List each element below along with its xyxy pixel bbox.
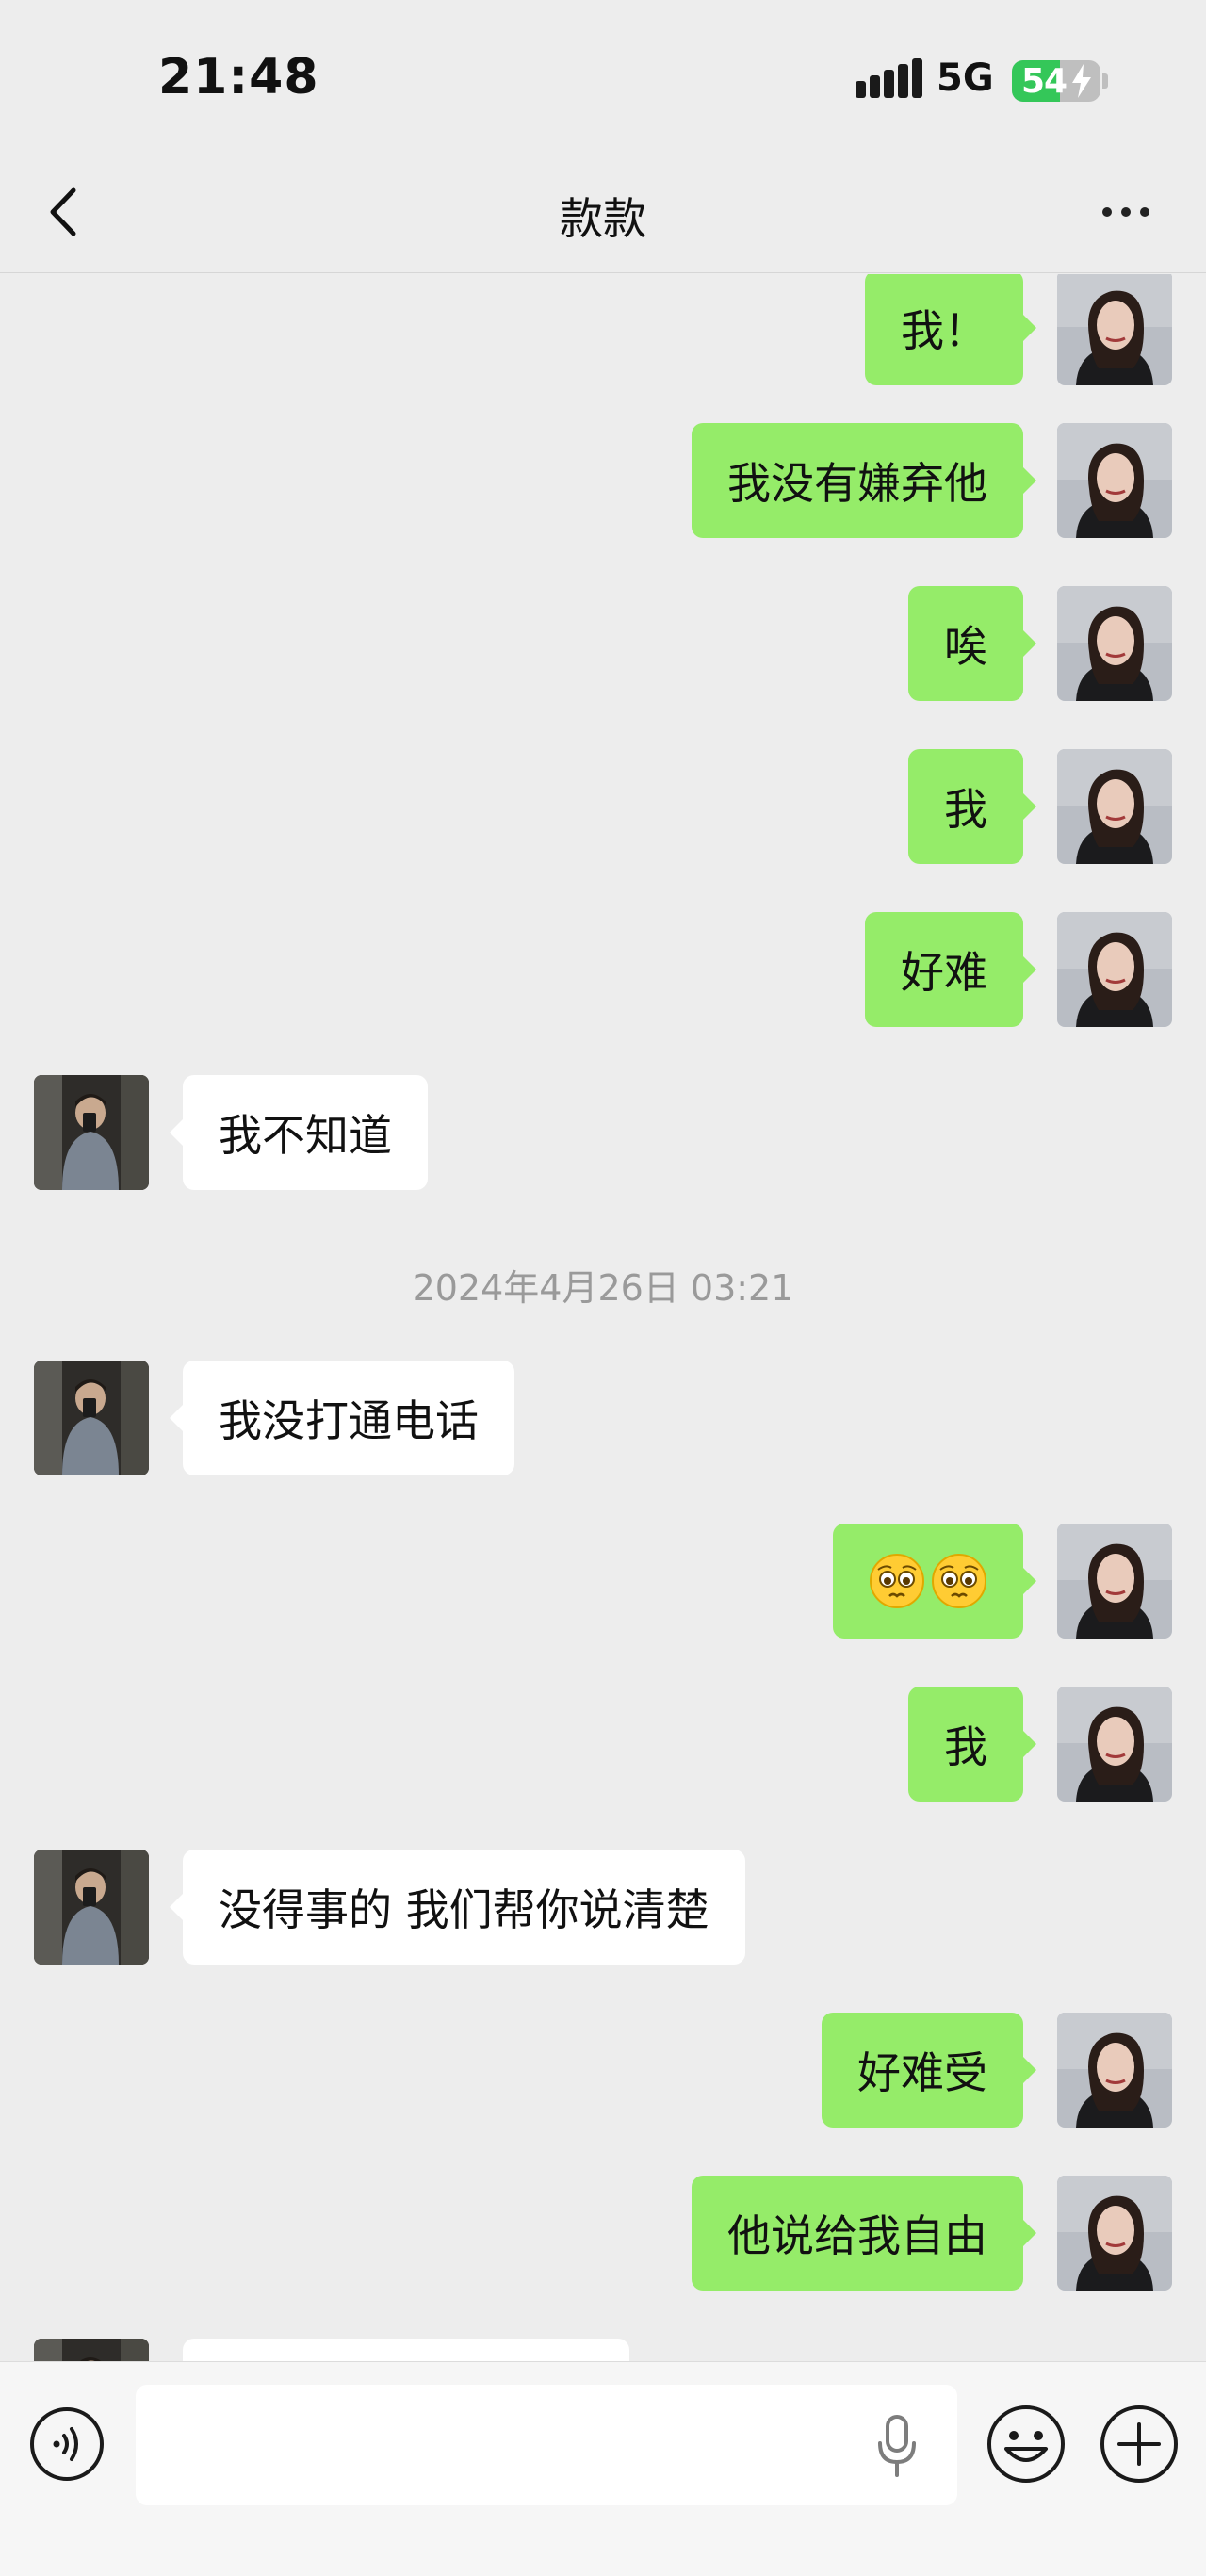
charging-bolt-icon: [1072, 64, 1091, 98]
my-avatar[interactable]: [1057, 1524, 1172, 1639]
contact-avatar[interactable]: [34, 1361, 149, 1475]
signal-icon: [856, 58, 922, 98]
message-outgoing: 好难: [0, 912, 1206, 1027]
message-timestamp: 2024年4月26日 03:21: [412, 1267, 794, 1309]
message-incoming: 我不知道: [0, 1075, 1206, 1190]
message-bubble[interactable]: 我不知道: [170, 1075, 428, 1190]
contact-avatar[interactable]: [34, 1075, 149, 1190]
emoji-button[interactable]: [986, 2404, 1067, 2485]
voice-icon: [30, 2407, 104, 2481]
message-bubble[interactable]: 他说给我自由: [692, 2176, 1036, 2291]
plus-icon: [1100, 2405, 1178, 2483]
message-outgoing: [0, 1524, 1206, 1639]
message-bubble[interactable]: 没得事的 我们帮你说清楚: [170, 1850, 745, 1965]
emoji-row: [869, 1553, 987, 1609]
message-outgoing: 我: [0, 749, 1206, 864]
voice-button[interactable]: [28, 2405, 106, 2483]
more-options-button[interactable]: [1084, 179, 1168, 245]
message-bubble[interactable]: 我没有嫌弃他: [692, 423, 1036, 538]
message-bubble[interactable]: 我没打通电话: [170, 1361, 514, 1475]
microphone-icon: [878, 2415, 916, 2477]
my-avatar[interactable]: [1057, 2013, 1172, 2128]
message-bubble[interactable]: 我！: [865, 274, 1036, 385]
my-avatar[interactable]: [1057, 586, 1172, 701]
message-outgoing: 我: [0, 1687, 1206, 1802]
message-outgoing: 好难受: [0, 2013, 1206, 2128]
my-avatar[interactable]: [1057, 2176, 1172, 2291]
my-avatar[interactable]: [1057, 1687, 1172, 1802]
my-avatar[interactable]: [1057, 274, 1172, 385]
message-bubble[interactable]: 好难受: [822, 2013, 1036, 2128]
my-avatar[interactable]: [1057, 912, 1172, 1027]
message-outgoing: 唉: [0, 586, 1206, 701]
my-avatar[interactable]: [1057, 423, 1172, 538]
message-incoming: 没得事的 我们帮你说清楚: [0, 1850, 1206, 1965]
contact-avatar[interactable]: [34, 2339, 149, 2361]
status-bar: 21:48 5G 54: [0, 0, 1206, 151]
message-bubble[interactable]: 我: [908, 1687, 1036, 1802]
message-incoming: 我没打通电话: [0, 1361, 1206, 1475]
message-list[interactable]: 我！ 我没有嫌弃他 唉 我 好难 我不知道 2024年4月26日 03:21 我…: [0, 274, 1206, 2361]
battery-icon: 54: [1012, 60, 1100, 102]
pleading-face-icon: [932, 1554, 986, 1608]
message-bubble[interactable]: 我: [908, 749, 1036, 864]
more-functions-button[interactable]: [1099, 2404, 1180, 2485]
chat-title: 款款: [560, 193, 646, 244]
message-outgoing: 我没有嫌弃他: [0, 423, 1206, 538]
pleading-face-icon: [870, 1554, 924, 1608]
input-bar: [0, 2361, 1206, 2576]
nav-bar: 款款: [0, 151, 1206, 273]
battery-tip: [1102, 73, 1108, 89]
emoji-icon: [987, 2405, 1065, 2483]
message-outgoing: 他说给我自由: [0, 2176, 1206, 2291]
message-bubble[interactable]: 唉: [908, 586, 1036, 701]
contact-avatar[interactable]: [34, 1850, 149, 1965]
network-label: 5G: [937, 57, 994, 100]
message-bubble[interactable]: 好难: [865, 912, 1036, 1027]
battery-level-text: 54: [1021, 62, 1067, 101]
message-outgoing: 我！: [0, 274, 1206, 385]
more-dots-icon: [1102, 207, 1112, 217]
chat-screen: 21:48 5G 54 款款 我！ 我没有嫌弃他 唉 我 好难 我不知道 202…: [0, 0, 1206, 2576]
status-time: 21:48: [158, 49, 319, 106]
message-incoming-partial: [0, 2339, 1206, 2361]
message-bubble[interactable]: [183, 2339, 629, 2361]
microphone-button[interactable]: [871, 2413, 923, 2481]
my-avatar[interactable]: [1057, 749, 1172, 864]
message-input[interactable]: [136, 2385, 957, 2505]
message-bubble[interactable]: [833, 1524, 1036, 1639]
